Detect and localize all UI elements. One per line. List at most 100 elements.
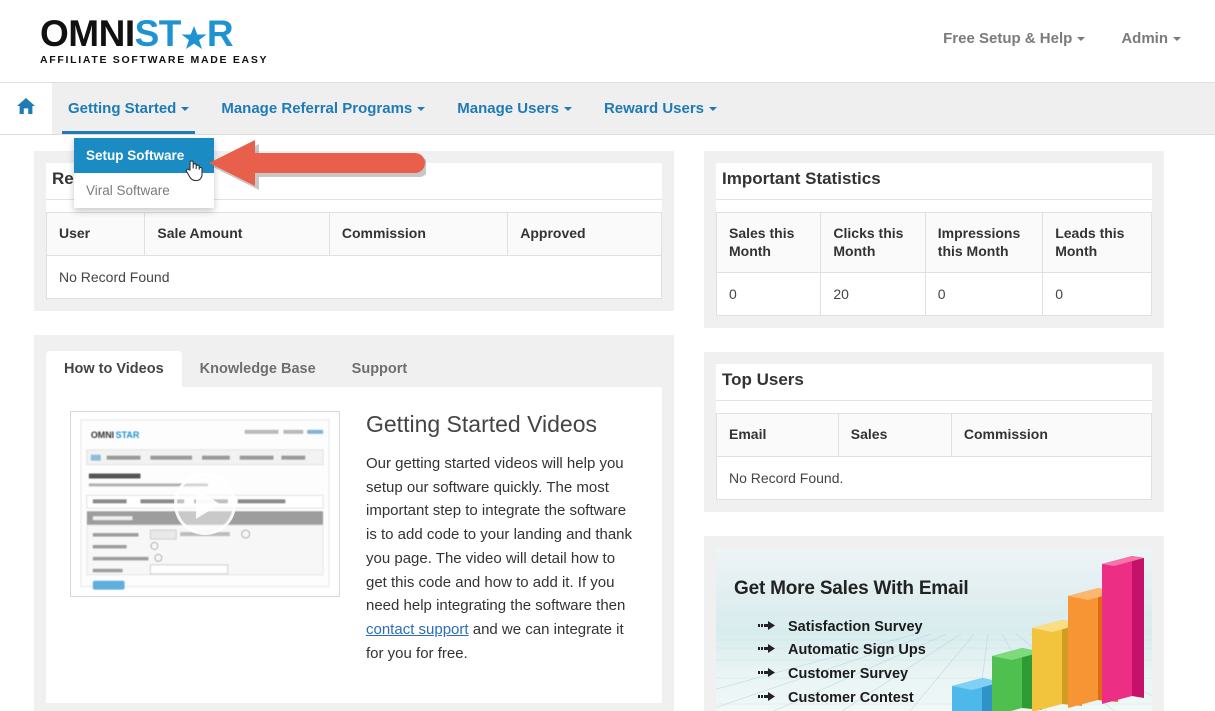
column-header-user: User xyxy=(47,213,145,256)
important-statistics-table: Sales this Month Clicks this Month Impre… xyxy=(716,212,1152,316)
list-item-label: Satisfaction Survey xyxy=(788,616,923,640)
3d-bar-chart-illustration xyxy=(944,548,1144,711)
value-leads-this-month: 0 xyxy=(1043,273,1152,316)
help-tabs-panel: How to Videos Knowledge Base Support xyxy=(34,335,674,711)
column-header-leads-this-month: Leads this Month xyxy=(1043,213,1152,273)
logo-st-text: ST xyxy=(135,13,181,54)
table-header-row: Email Sales Commission xyxy=(717,414,1152,457)
column-header-email: Email xyxy=(717,414,839,457)
svg-text:STAR: STAR xyxy=(116,429,140,439)
getting-started-dropdown-menu: Setup Software Viral Software xyxy=(74,138,214,208)
top-users-table: Email Sales Commission No Record Found. xyxy=(716,413,1152,500)
important-statistics-inner: Important Statistics Sales this Month Cl… xyxy=(716,163,1152,316)
column-header-approved: Approved xyxy=(508,213,662,256)
play-icon[interactable] xyxy=(174,473,236,535)
promo-title: Get More Sales With Email xyxy=(734,578,969,600)
tab-knowledge-base-label: Knowledge Base xyxy=(200,361,316,377)
video-description-part1: Our getting started videos will help you… xyxy=(366,455,632,614)
top-users-title: Top Users xyxy=(716,364,1152,401)
list-item: Satisfaction Survey xyxy=(758,616,928,640)
nav-item-getting-started-label: Getting Started xyxy=(68,100,176,117)
chevron-down-icon xyxy=(1077,37,1085,41)
video-copy: Getting Started Videos Our getting start… xyxy=(366,411,638,679)
recent-sales-table: User Sale Amount Commission Approved No … xyxy=(46,212,662,299)
menu-item-setup-software[interactable]: Setup Software xyxy=(74,138,214,173)
logo-omni-text: OMNI xyxy=(40,13,135,54)
column-header-sale-amount: Sale Amount xyxy=(145,213,330,256)
value-sales-this-month: 0 xyxy=(717,273,821,316)
tab-how-to-videos-label: How to Videos xyxy=(64,361,164,377)
star-icon xyxy=(181,22,207,48)
right-column: Important Statistics Sales this Month Cl… xyxy=(704,151,1164,711)
column-header-impressions-this-month: Impressions this Month xyxy=(925,213,1042,273)
table-header-row: Sales this Month Clicks this Month Impre… xyxy=(717,213,1152,273)
video-description: Our getting started videos will help you… xyxy=(366,452,638,665)
table-row: No Record Found xyxy=(47,255,662,298)
tab-knowledge-base[interactable]: Knowledge Base xyxy=(182,351,334,387)
play-triangle xyxy=(196,489,220,519)
chevron-down-icon xyxy=(181,107,189,111)
arrow-right-icon xyxy=(758,663,776,687)
top-users-panel: Top Users Email Sales Commission No Reco… xyxy=(704,352,1164,512)
nav-home-button[interactable] xyxy=(0,83,52,134)
recent-sales-empty-message: No Record Found xyxy=(47,255,662,298)
list-item-label: Customer Survey xyxy=(788,663,908,687)
how-to-videos-tab-content: OMNI STAR xyxy=(46,387,662,703)
chevron-down-icon xyxy=(417,107,425,111)
list-item-label: Automatic Sign Ups xyxy=(788,639,926,663)
topnav-admin[interactable]: Admin xyxy=(1121,30,1181,47)
menu-item-viral-software[interactable]: Viral Software xyxy=(74,173,214,208)
menu-item-viral-software-label: Viral Software xyxy=(86,183,170,198)
arrow-right-icon xyxy=(758,687,776,711)
table-row: 0 20 0 0 xyxy=(717,273,1152,316)
logo-tagline: AFFILIATE SOFTWARE MADE EASY xyxy=(40,54,268,66)
column-header-commission: Commission xyxy=(329,213,507,256)
nav-item-getting-started[interactable]: Getting Started xyxy=(52,83,205,134)
list-item: Customer Contest xyxy=(758,687,928,711)
site-header: OMNIST R AFFILIATE SOFTWARE MADE EASY Fre… xyxy=(0,0,1215,82)
table-row: No Record Found. xyxy=(717,456,1152,499)
tab-support-label: Support xyxy=(352,361,408,377)
top-users-empty-message: No Record Found. xyxy=(717,456,1152,499)
nav-item-reward-users[interactable]: Reward Users xyxy=(588,83,733,134)
column-header-commission: Commission xyxy=(951,414,1151,457)
arrow-right-icon xyxy=(758,616,776,640)
logo-r-text: R xyxy=(207,13,233,54)
arrow-right-icon xyxy=(758,639,776,663)
important-statistics-panel: Important Statistics Sales this Month Cl… xyxy=(704,151,1164,328)
menu-item-setup-software-label: Setup Software xyxy=(86,148,184,163)
left-column: Recent Sales User Sale Amount Commission… xyxy=(34,151,674,711)
video-heading: Getting Started Videos xyxy=(366,411,638,439)
top-users-inner: Top Users Email Sales Commission No Reco… xyxy=(716,364,1152,500)
nav-item-reward-users-label: Reward Users xyxy=(604,100,704,117)
tab-support[interactable]: Support xyxy=(334,351,426,387)
promo-bullet-list: Satisfaction Survey Automatic Sign Ups C… xyxy=(758,616,928,711)
topnav-free-setup-help[interactable]: Free Setup & Help xyxy=(943,30,1085,47)
list-item-label: Customer Contest xyxy=(788,687,914,711)
chevron-down-icon xyxy=(1173,37,1181,41)
dashboard-content: Recent Sales User Sale Amount Commission… xyxy=(0,135,1215,711)
nav-item-manage-referral-programs-label: Manage Referral Programs xyxy=(221,100,412,117)
omnistar-logo[interactable]: OMNIST R AFFILIATE SOFTWARE MADE EASY xyxy=(40,13,268,66)
tab-how-to-videos[interactable]: How to Videos xyxy=(46,351,182,387)
main-navigation: Getting Started Manage Referral Programs… xyxy=(0,82,1215,135)
list-item: Customer Survey xyxy=(758,663,928,687)
column-header-sales-this-month: Sales this Month xyxy=(717,213,821,273)
nav-item-manage-referral-programs[interactable]: Manage Referral Programs xyxy=(205,83,441,134)
topnav-free-setup-help-label: Free Setup & Help xyxy=(943,30,1072,47)
chevron-down-icon xyxy=(709,107,717,111)
promo-banner-panel: Get More Sales With Email Satisfaction S… xyxy=(704,536,1164,711)
topnav-admin-label: Admin xyxy=(1121,30,1168,47)
contact-support-link[interactable]: contact support xyxy=(366,621,469,638)
nav-item-manage-users-label: Manage Users xyxy=(457,100,559,117)
get-more-sales-banner[interactable]: Get More Sales With Email Satisfaction S… xyxy=(716,548,1152,711)
svg-text:OMNI: OMNI xyxy=(91,429,114,439)
column-header-clicks-this-month: Clicks this Month xyxy=(821,213,925,273)
value-impressions-this-month: 0 xyxy=(925,273,1042,316)
list-item: Automatic Sign Ups xyxy=(758,639,928,663)
bar-pink xyxy=(1102,556,1144,704)
important-statistics-title: Important Statistics xyxy=(716,163,1152,200)
top-right-nav: Free Setup & Help Admin xyxy=(943,30,1181,47)
video-thumbnail[interactable]: OMNI STAR xyxy=(70,411,340,597)
nav-item-manage-users[interactable]: Manage Users xyxy=(441,83,588,134)
